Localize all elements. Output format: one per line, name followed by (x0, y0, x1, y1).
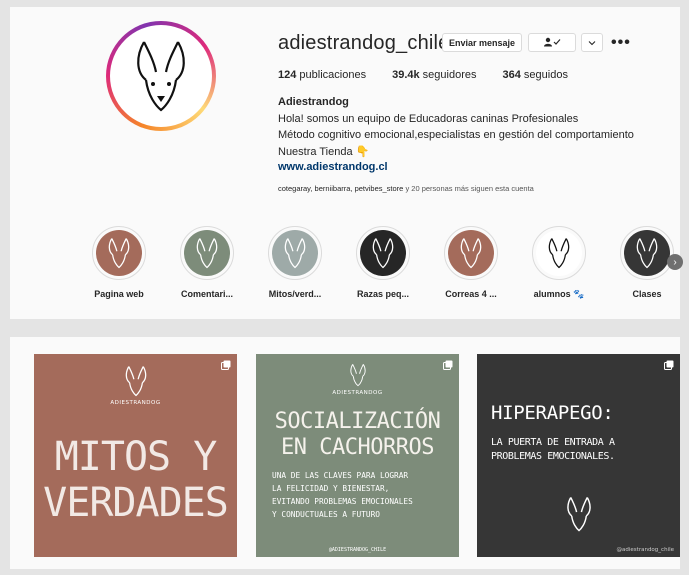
highlight-pagina-web[interactable]: Pagina web (84, 226, 154, 299)
story-highlights: Pagina web Comentari... Mitos/verd... Ra… (10, 226, 683, 306)
highlight-alumnos[interactable]: alumnos 🐾 (524, 226, 594, 300)
posts-grid: ADIESTRANDOG MITOS Y VERDADES ADIESTRAND… (10, 337, 680, 569)
highlight-label: Comentari... (180, 289, 233, 299)
followed-by-text[interactable]: cotegaray, berniibarra, petvibes_store y… (278, 184, 534, 193)
post-tile[interactable]: HIPERAPEGO: LA PUERTA DE ENTRADA A PROBL… (477, 354, 680, 557)
dog-logo-icon (566, 497, 591, 532)
highlight-label: Razas peq... (356, 289, 410, 299)
following-stat[interactable]: 364 seguidos (503, 69, 568, 81)
highlight-label: alumnos 🐾 (533, 289, 585, 299)
website-link[interactable]: www.adiestrandog.cl (278, 161, 388, 173)
post-subtitle: UNA DE LAS CLAVES PARA LOGRAR LA FELICID… (272, 471, 413, 519)
highlight-label: Clases (632, 289, 662, 299)
dog-logo-icon (125, 366, 146, 397)
highlight-label: Mitos/verd... (268, 289, 322, 299)
highlight-comentarios[interactable]: Comentari... (172, 226, 242, 299)
dog-logo-icon (349, 364, 366, 387)
post-tile[interactable]: ADIESTRANDOG MITOS Y VERDADES (34, 354, 237, 557)
profile-avatar[interactable] (106, 21, 216, 131)
post-handle: @adiestrandog_chile (616, 547, 674, 553)
highlight-label: Pagina web (94, 289, 144, 299)
profile-header: adiestrandog_chile Enviar mensaje ••• 12… (10, 7, 683, 319)
chevron-down-icon (588, 38, 596, 48)
multiple-images-icon (664, 360, 674, 370)
send-message-button[interactable]: Enviar mensaje (442, 33, 522, 52)
post-brand: ADIESTRANDOG (34, 364, 237, 406)
dog-logo-icon (624, 230, 670, 276)
dog-logo-icon (536, 230, 582, 276)
post-brand (477, 494, 680, 534)
highlight-label: Correas 4 ... (445, 289, 497, 299)
dog-logo-icon (110, 25, 212, 127)
profile-stats: 124 publicaciones 39.4k seguidores 364 s… (278, 69, 594, 81)
brand-text: ADIESTRANDOG (110, 400, 161, 406)
highlight-correas[interactable]: Correas 4 ... (436, 226, 506, 299)
dog-logo-icon (360, 230, 406, 276)
bio-line: Nuestra Tienda 👇 (278, 146, 370, 158)
post-tile[interactable]: ADIESTRANDOG SOCIALIZACIÓN EN CACHORROS … (256, 354, 459, 557)
post-title: HIPERAPEGO: (491, 402, 614, 424)
posts-stat: 124 publicaciones (278, 69, 367, 81)
dog-logo-icon (448, 230, 494, 276)
more-options-icon[interactable]: ••• (611, 34, 631, 52)
highlight-razas[interactable]: Razas peq... (348, 226, 418, 299)
following-button[interactable] (528, 33, 576, 52)
post-title: MITOS Y VERDADES (43, 434, 229, 526)
bio-line: Hola! somos un equipo de Educadoras cani… (278, 113, 579, 125)
dog-logo-icon (184, 230, 230, 276)
profile-full-name: Adiestrandog (278, 96, 349, 108)
highlight-mitos[interactable]: Mitos/verd... (260, 226, 330, 299)
post-title: SOCIALIZACIÓN EN CACHORROS (274, 409, 441, 460)
post-subtitle: LA PUERTA DE ENTRADA A PROBLEMAS EMOCION… (491, 437, 615, 462)
person-check-icon (543, 37, 561, 49)
dog-logo-icon (272, 230, 318, 276)
suggestions-dropdown-button[interactable] (581, 33, 603, 52)
followers-stat[interactable]: 39.4k seguidores (392, 69, 476, 81)
chevron-right-icon[interactable]: › (667, 254, 683, 270)
brand-text: ADIESTRANDOG (332, 390, 383, 396)
profile-username: adiestrandog_chile (278, 32, 450, 54)
post-brand: ADIESTRANDOG (256, 362, 459, 396)
post-handle: @ADIESTRANDOG_CHILE (328, 547, 387, 553)
bio-line: Método cognitivo emocional,especialistas… (278, 129, 634, 141)
dog-logo-icon (96, 230, 142, 276)
